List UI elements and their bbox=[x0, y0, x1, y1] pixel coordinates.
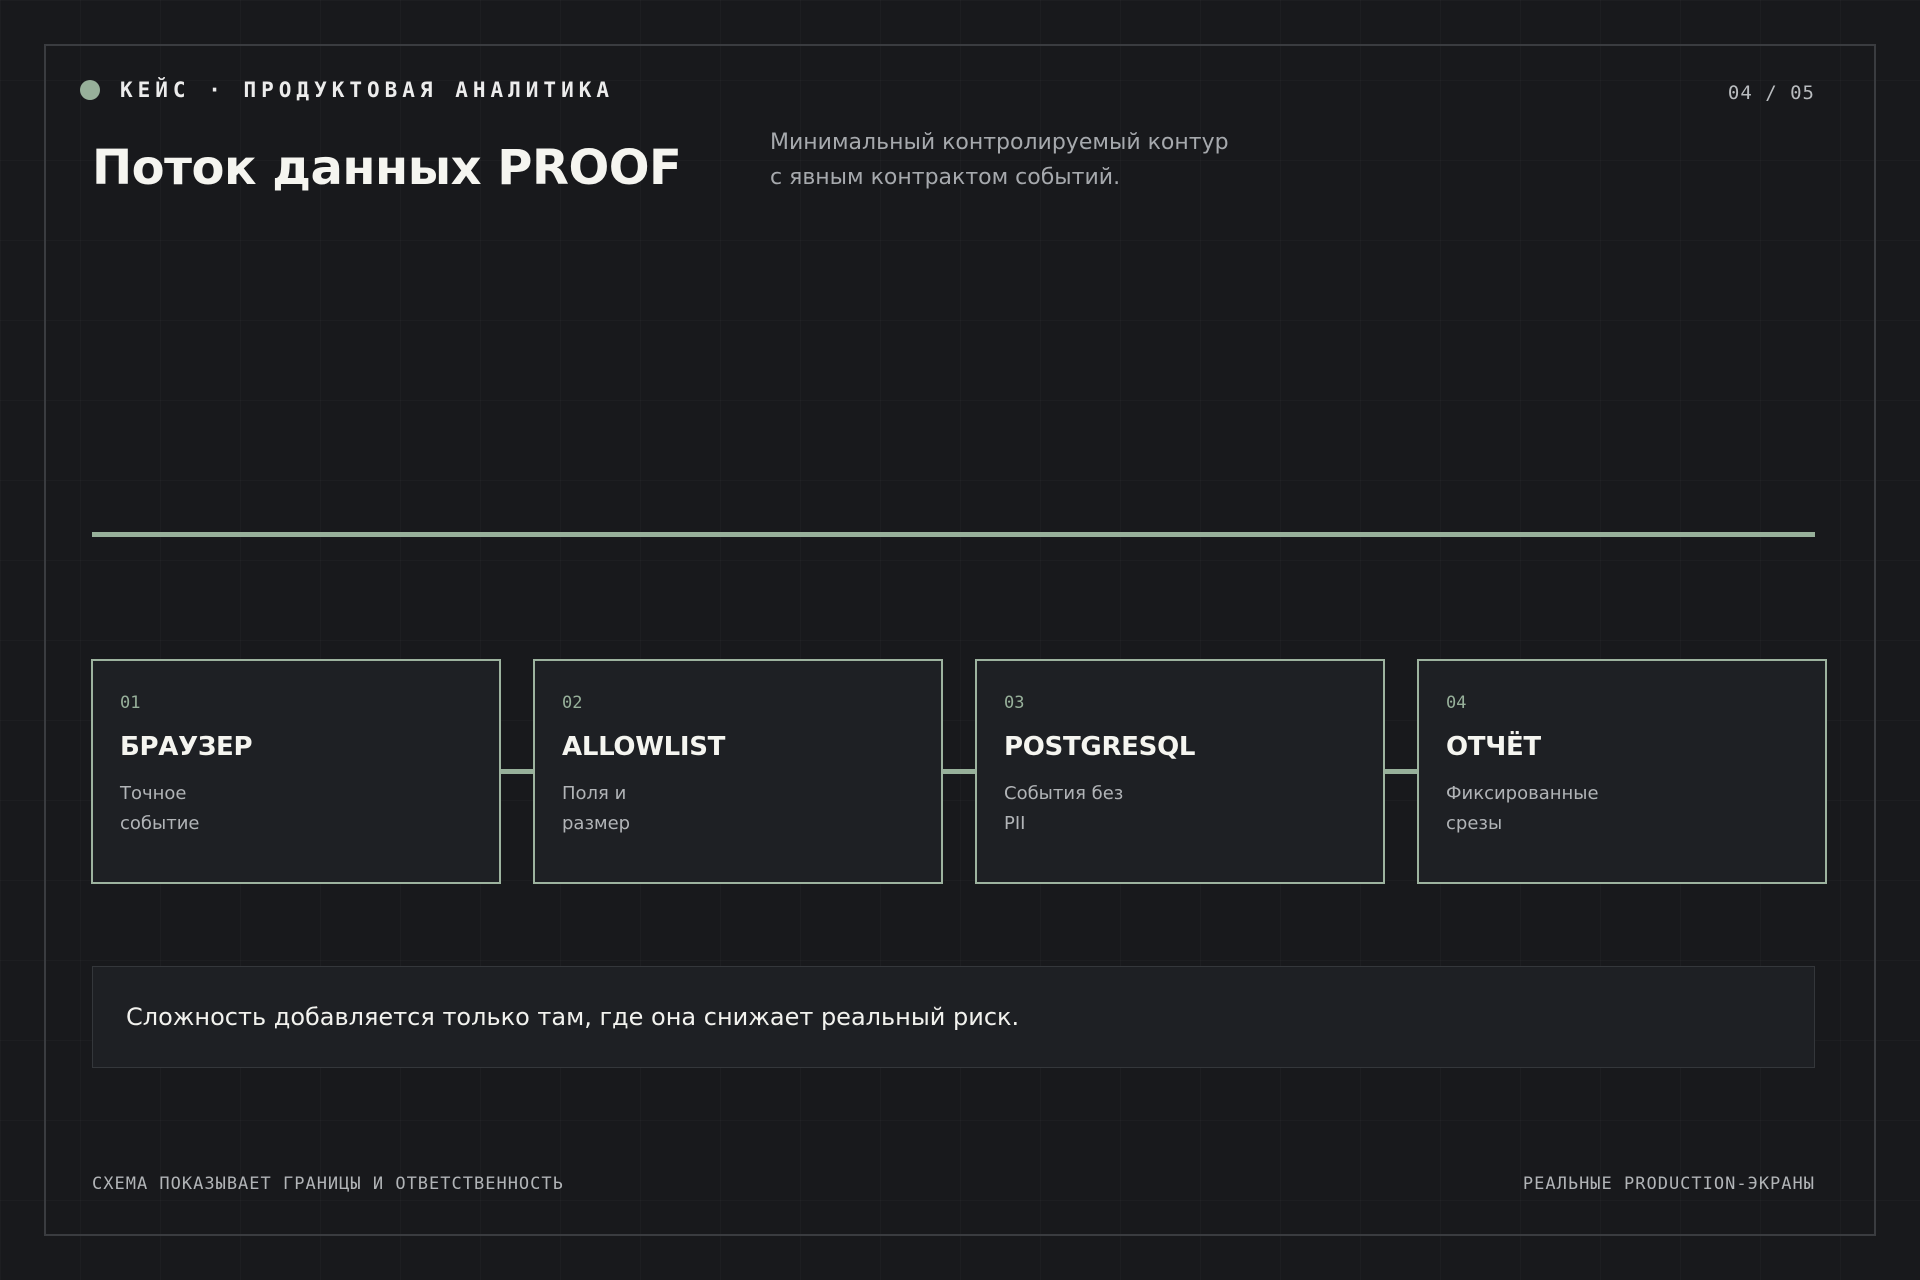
step-description: Точное событие bbox=[120, 779, 360, 839]
step-description: События без PII bbox=[1004, 779, 1244, 839]
flow-step-allowlist: 02 ALLOWLIST Поля и размер bbox=[533, 659, 943, 884]
step-description-line: Поля и bbox=[562, 783, 627, 804]
step-title: БРАУЗЕР bbox=[120, 732, 253, 762]
step-number: 02 bbox=[562, 693, 583, 713]
step-description-line: размер bbox=[562, 813, 631, 834]
status-dot-icon bbox=[80, 80, 100, 100]
accent-divider bbox=[92, 532, 1815, 537]
step-description-line: События без bbox=[1004, 783, 1124, 804]
kicker-text: КЕЙС · ПРОДУКТОВАЯ АНАЛИТИКА bbox=[120, 78, 615, 102]
step-description-line: событие bbox=[120, 813, 200, 834]
callout-box: Сложность добавляется только там, где он… bbox=[92, 966, 1815, 1068]
step-description: Фиксированные срезы bbox=[1446, 779, 1686, 839]
step-description-line: Фиксированные bbox=[1446, 783, 1599, 804]
flow-step-report: 04 ОТЧЁТ Фиксированные срезы bbox=[1417, 659, 1827, 884]
flow-connector bbox=[943, 769, 977, 774]
footer-note-left: СХЕМА ПОКАЗЫВАЕТ ГРАНИЦЫ И ОТВЕТСТВЕННОС… bbox=[92, 1174, 564, 1194]
flow-connector bbox=[501, 769, 535, 774]
step-description-line: PII bbox=[1004, 813, 1026, 834]
subtitle-line: с явным контрактом событий. bbox=[770, 165, 1121, 190]
flow-step-browser: 01 БРАУЗЕР Точное событие bbox=[91, 659, 501, 884]
flow-connector bbox=[1385, 769, 1419, 774]
step-description-line: Точное bbox=[120, 783, 187, 804]
subtitle: Минимальный контролируемый контур с явны… bbox=[770, 125, 1330, 195]
step-number: 04 bbox=[1446, 693, 1467, 713]
page-title: Поток данных PROOF bbox=[92, 140, 682, 196]
step-title: ALLOWLIST bbox=[562, 732, 726, 762]
page-counter: 04 / 05 bbox=[1727, 82, 1815, 104]
step-number: 03 bbox=[1004, 693, 1025, 713]
kicker: КЕЙС · ПРОДУКТОВАЯ АНАЛИТИКА bbox=[80, 78, 614, 102]
footer-note-right: РЕАЛЬНЫЕ PRODUCTION-ЭКРАНЫ bbox=[1522, 1174, 1815, 1194]
step-description-line: срезы bbox=[1446, 813, 1503, 834]
step-title: ОТЧЁТ bbox=[1446, 732, 1541, 762]
step-number: 01 bbox=[120, 693, 141, 713]
flow-step-postgresql: 03 POSTGRESQL События без PII bbox=[975, 659, 1385, 884]
step-title: POSTGRESQL bbox=[1004, 732, 1196, 762]
subtitle-line: Минимальный контролируемый контур bbox=[770, 130, 1229, 155]
step-description: Поля и размер bbox=[562, 779, 802, 839]
callout-text: Сложность добавляется только там, где он… bbox=[126, 1003, 1020, 1031]
